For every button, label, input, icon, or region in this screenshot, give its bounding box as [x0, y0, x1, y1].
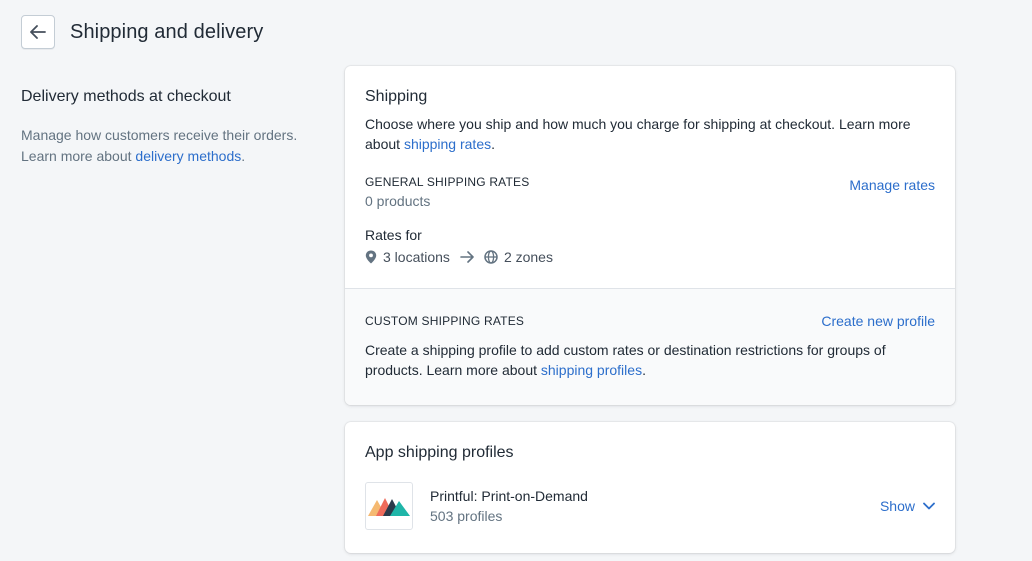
general-products-count: 0 products	[365, 193, 431, 209]
arrow-left-icon	[30, 25, 46, 39]
page-header: Shipping and delivery	[21, 15, 263, 49]
back-button[interactable]	[21, 15, 55, 49]
custom-rates-row: CUSTOM SHIPPING RATES Create new profile	[365, 313, 935, 329]
shipping-rates-link[interactable]: shipping rates	[404, 136, 491, 152]
rates-for-label: Rates for	[365, 227, 422, 243]
arrow-right-icon	[460, 251, 474, 263]
shipping-card: Shipping Choose where you ship and how m…	[345, 66, 955, 405]
show-profiles-button[interactable]: Show	[880, 498, 935, 514]
annotation-title: Delivery methods at checkout	[21, 88, 231, 105]
shipping-description: Choose where you ship and how much you c…	[365, 114, 925, 154]
app-name: Printful: Print-on-Demand	[430, 488, 588, 504]
shipping-general-section: Shipping Choose where you ship and how m…	[345, 66, 955, 265]
general-rates-heading: GENERAL SHIPPING RATES	[365, 175, 530, 189]
locations-count: 3 locations	[383, 249, 450, 265]
app-profiles-section: App shipping profiles Printful: Print-on…	[345, 422, 955, 530]
app-info: Printful: Print-on-Demand 503 profiles	[430, 488, 880, 524]
chevron-down-icon	[923, 502, 935, 510]
general-rates-row: GENERAL SHIPPING RATES 0 products Manage…	[365, 175, 935, 209]
custom-rates-description: Create a shipping profile to add custom …	[365, 340, 925, 380]
annotation-description: Manage how customers receive their order…	[21, 125, 311, 167]
app-profile-count: 503 profiles	[430, 508, 503, 524]
shipping-card-title: Shipping	[365, 88, 428, 105]
custom-rates-heading: CUSTOM SHIPPING RATES	[365, 314, 525, 328]
location-pin-icon	[365, 250, 377, 264]
delivery-methods-link[interactable]: delivery methods	[135, 148, 241, 164]
app-shipping-profiles-card: App shipping profiles Printful: Print-on…	[345, 422, 955, 553]
annotation-suffix: .	[241, 148, 246, 164]
page: Shipping and delivery Delivery methods a…	[0, 0, 1032, 561]
rates-for-row: 3 locations 2 zones	[365, 249, 935, 265]
shipping-profiles-link[interactable]: shipping profiles	[541, 362, 642, 378]
zones-count: 2 zones	[503, 249, 553, 265]
annotation-line1: Manage how customers receive their order…	[21, 127, 298, 143]
page-title: Shipping and delivery	[70, 20, 264, 43]
printful-logo-icon	[365, 482, 413, 530]
app-profile-row: Printful: Print-on-Demand 503 profiles S…	[365, 482, 935, 530]
annotation-section: Delivery methods at checkout Manage how …	[21, 88, 311, 167]
create-new-profile-link[interactable]: Create new profile	[821, 313, 935, 329]
annotation-prefix: Learn more about	[21, 148, 136, 164]
shipping-desc-suffix: .	[491, 136, 495, 152]
custom-desc-suffix: .	[642, 362, 646, 378]
app-profiles-title: App shipping profiles	[365, 444, 514, 461]
custom-rates-section: CUSTOM SHIPPING RATES Create new profile…	[345, 289, 955, 405]
show-label: Show	[879, 498, 915, 514]
manage-rates-link[interactable]: Manage rates	[849, 177, 935, 193]
globe-icon	[484, 250, 498, 264]
